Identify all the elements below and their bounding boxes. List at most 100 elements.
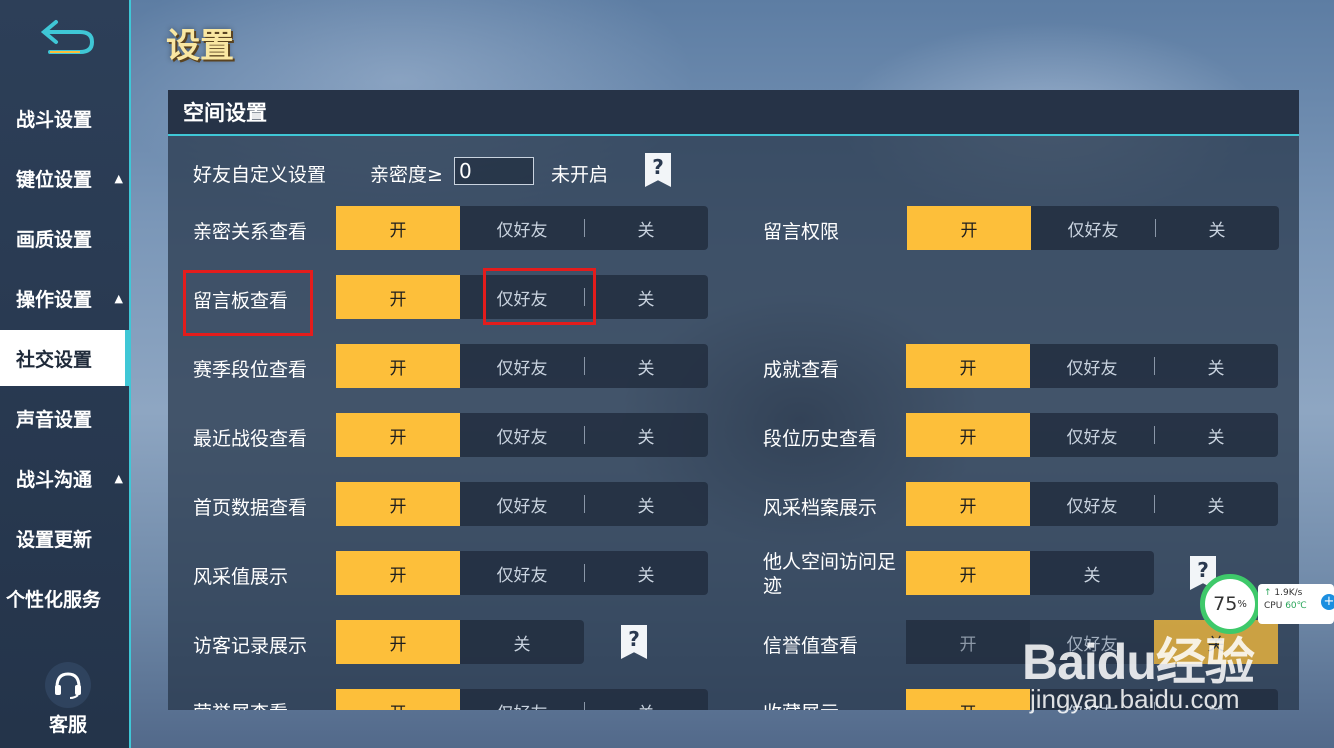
option-off[interactable]: 关 [584,206,708,250]
toggle-favorites: 开 仅好友 关 [906,689,1278,710]
sidebar-item-personal[interactable]: 个性化服务 [0,570,129,626]
sidebar-item-label: 操作设置 [16,288,93,311]
help-icon[interactable]: ? [645,153,671,187]
sidebar-item-label: 战斗设置 [16,108,93,131]
option-off[interactable]: 关 [584,344,708,388]
caret-up-icon: ▲ [114,471,123,485]
option-on[interactable]: 开 [906,689,1030,710]
panel-header: 空间设置 [168,90,1299,136]
option-on[interactable]: 开 [906,620,1030,664]
option-friends-only[interactable]: 仅好友 [460,413,584,457]
sidebar-item-controls[interactable]: 操作设置 ▲ [0,270,129,326]
cpu-temp: 60℃ [1285,601,1307,611]
option-on[interactable]: 开 [336,206,460,250]
option-friends-only[interactable]: 仅好友 [460,482,584,526]
option-friends-only[interactable]: 仅好友 [1030,413,1154,457]
option-on[interactable]: 开 [906,344,1030,388]
sidebar-item-battle[interactable]: 战斗设置 [0,90,129,146]
option-friends-only[interactable]: 仅好友 [1030,344,1154,388]
toggle-visitor-log: 开 关 [336,620,584,664]
intimacy-input[interactable] [454,157,534,185]
toggle-intimacy-view: 开 仅好友 关 [336,206,708,250]
toggle-visit-footprint: 开 关 [906,551,1154,595]
option-on[interactable]: 开 [907,206,1031,250]
option-on[interactable]: 开 [906,551,1030,595]
back-button[interactable] [38,16,98,60]
sidebar-item-sound[interactable]: 声音设置 [0,390,129,446]
option-friends-only[interactable]: 仅好友 [460,206,584,250]
toggle-achievements: 开 仅好友 关 [906,344,1278,388]
option-friends-only[interactable]: 仅好友 [1030,482,1154,526]
option-on[interactable]: 开 [336,689,460,710]
friend-custom-label: 好友自定义设置 [193,164,327,186]
toggle-recent-battles: 开 仅好友 关 [336,413,708,457]
customer-service-label: 客服 [48,714,87,736]
highlight-box-label [183,270,313,336]
sidebar: 战斗设置 键位设置 ▲ 画质设置 操作设置 ▲ 社交设置 声音设置 战斗沟通 ▲… [0,0,131,748]
highlight-box-option [483,268,596,325]
sidebar-item-label: 个性化服务 [6,588,102,611]
toggle-home-data: 开 仅好友 关 [336,482,708,526]
help-icon[interactable]: ? [621,625,647,659]
friend-custom-status: 未开启 [551,164,609,186]
sidebar-item-keys[interactable]: 键位设置 ▲ [0,150,129,206]
toggle-rank-history: 开 仅好友 关 [906,413,1278,457]
row-label-honor: 荣誉展查看 [193,698,288,710]
space-settings-panel: 空间设置 好友自定义设置 亲密度≥ 未开启 ? 亲密关系查看 开 仅好友 关 留… [168,90,1299,710]
toggle-style-value: 开 仅好友 关 [336,551,708,595]
option-on[interactable]: 开 [336,275,460,319]
performance-gauge[interactable]: 75% [1200,574,1260,634]
intimacy-label: 亲密度≥ [370,164,443,186]
caret-up-icon: ▲ [114,171,123,185]
row-label-visit-footprint: 他人空间访问足迹 [763,551,897,597]
row-label-season-rank: 赛季段位查看 [193,359,308,381]
option-off[interactable]: 关 [584,689,708,710]
option-off[interactable]: 关 [1154,413,1278,457]
option-off[interactable]: 关 [1030,551,1154,595]
sidebar-item-graphics[interactable]: 画质设置 [0,210,129,266]
option-friends-only[interactable]: 仅好友 [1030,620,1154,664]
option-on[interactable]: 开 [336,620,460,664]
option-on[interactable]: 开 [336,344,460,388]
row-label-style-archive: 风采档案展示 [763,497,878,519]
sidebar-item-label: 社交设置 [16,348,93,371]
plus-icon[interactable]: + [1321,594,1334,610]
option-off[interactable]: 关 [584,551,708,595]
cpu-label: CPU [1264,601,1283,611]
row-label-visitor-log: 访客记录展示 [193,635,308,657]
option-friends-only[interactable]: 仅好友 [460,689,584,711]
caret-up-icon: ▲ [114,291,123,305]
option-on[interactable]: 开 [336,413,460,457]
toggle-season-rank: 开 仅好友 关 [336,344,708,388]
toggle-honor: 开 仅好友 关 [336,689,708,710]
sidebar-item-updates[interactable]: 设置更新 [0,510,129,566]
option-off[interactable]: 关 [1154,344,1278,388]
option-on[interactable]: 开 [906,482,1030,526]
perf-percent-unit: % [1237,598,1247,610]
option-on[interactable]: 开 [336,482,460,526]
row-label-recent-battles: 最近战役查看 [193,428,308,450]
option-off[interactable]: 关 [1154,482,1278,526]
net-speed: 1.9K/s [1274,588,1303,598]
sidebar-item-label: 战斗沟通 [16,468,93,491]
option-off[interactable]: 关 [460,620,584,664]
sidebar-item-social[interactable]: 社交设置 [0,330,129,386]
sidebar-item-comms[interactable]: 战斗沟通 ▲ [0,450,129,506]
customer-service-button[interactable]: 客服 [38,662,98,737]
option-on[interactable]: 开 [906,413,1030,457]
option-off[interactable]: 关 [1154,689,1278,710]
option-on[interactable]: 开 [336,551,460,595]
option-off[interactable]: 关 [1155,206,1279,250]
option-off[interactable]: 关 [584,413,708,457]
option-off[interactable]: 关 [584,482,708,526]
option-friends-only[interactable]: 仅好友 [460,344,584,388]
option-friends-only[interactable]: 仅好友 [460,551,584,595]
sidebar-item-label: 画质设置 [16,228,93,251]
upload-arrow-icon: ↑ [1264,588,1272,598]
option-friends-only[interactable]: 仅好友 [1031,206,1155,250]
option-friends-only[interactable]: 仅好友 [1030,689,1154,711]
sidebar-item-label: 设置更新 [16,528,93,551]
row-label-rank-history: 段位历史查看 [763,428,878,450]
row-label-credit: 信誉值查看 [763,635,859,657]
option-off[interactable]: 关 [584,275,708,319]
